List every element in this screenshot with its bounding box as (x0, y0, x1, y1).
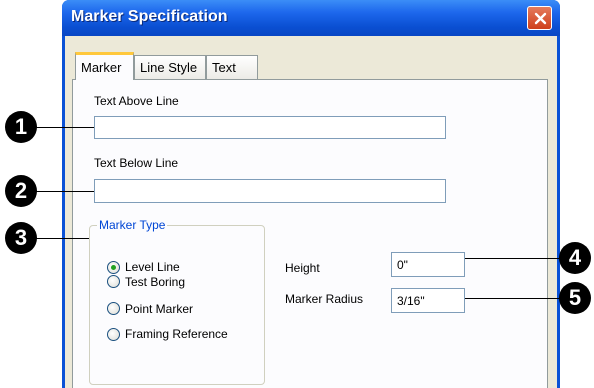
text-above-label: Text Above Line (94, 94, 179, 108)
marker-type-legend: Marker Type (97, 218, 168, 233)
tab-text[interactable]: Text (206, 55, 258, 79)
marker-radius-input[interactable]: 3/16" (391, 288, 465, 313)
option-point-marker-label[interactable]: Point Marker (125, 302, 193, 317)
marker-radius-label: Marker Radius (285, 292, 364, 306)
text-above-input[interactable] (94, 116, 446, 139)
dialog-title: Marker Specification (71, 8, 228, 25)
radio-test-boring[interactable] (107, 275, 120, 288)
option-framing-reference-label[interactable]: Framing Reference (125, 327, 228, 342)
callout-2: 2 (5, 175, 37, 207)
radio-level-line[interactable] (107, 261, 120, 274)
text-below-input[interactable] (94, 179, 446, 203)
callout-4: 4 (559, 242, 591, 274)
text-below-label: Text Below Line (94, 156, 179, 170)
height-input[interactable]: 0" (391, 252, 465, 277)
callout-4-leader (465, 258, 570, 259)
callout-1-leader (32, 127, 94, 128)
close-icon (534, 12, 547, 25)
radio-selected-dot (111, 265, 116, 270)
tab-marker[interactable]: Marker (75, 52, 134, 80)
callout-5-leader (465, 298, 570, 299)
callout-2-leader (32, 191, 94, 192)
callout-5: 5 (559, 282, 591, 314)
close-button[interactable] (527, 6, 552, 30)
radio-point-marker[interactable] (107, 302, 120, 315)
option-test-boring-label[interactable]: Test Boring (125, 275, 185, 290)
callout-3: 3 (5, 222, 37, 254)
option-level-line-label[interactable]: Level Line (125, 260, 180, 275)
height-label: Height (285, 261, 320, 275)
tab-line-style[interactable]: Line Style (134, 55, 206, 79)
callout-3-leader (32, 238, 89, 239)
callout-1: 1 (5, 111, 37, 143)
radio-framing-reference[interactable] (107, 328, 120, 341)
